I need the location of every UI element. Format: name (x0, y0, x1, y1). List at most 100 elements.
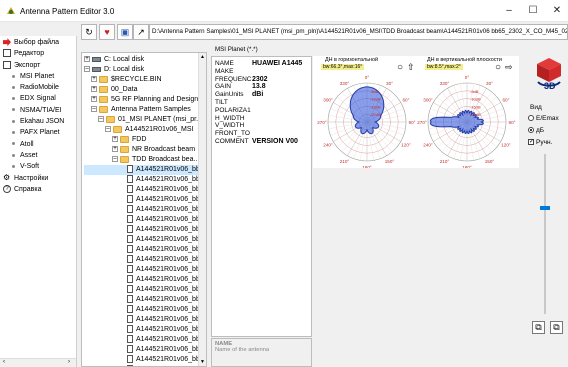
expand-toggle-icon[interactable]: + (112, 136, 118, 143)
tree-item[interactable]: + $RECYCLE.BIN (84, 75, 206, 85)
tree-item[interactable]: – A144521R01v06_MSI (84, 125, 206, 135)
option-manual[interactable]: ✓ Ручн. (528, 139, 552, 146)
scale-slider-track[interactable] (544, 154, 546, 314)
tree-item[interactable]: +00_Data (84, 85, 206, 95)
tree-item[interactable]: + FDD (84, 135, 206, 145)
property-row[interactable]: MAKE (212, 68, 311, 76)
expand-toggle-icon[interactable]: – (84, 66, 90, 73)
property-row[interactable]: TILT (212, 99, 311, 107)
expand-toggle-icon[interactable]: + (91, 86, 97, 93)
tree-item[interactable]: +5G RF Planning and Design (84, 95, 206, 105)
tree-item[interactable]: A144521R01v06_bb... (84, 355, 206, 365)
nav-item[interactable]: EDX Signal (0, 94, 76, 104)
open-external-button[interactable]: ↗ (133, 24, 149, 40)
copy-v-button[interactable]: ⧉ (550, 321, 563, 334)
path-field[interactable]: D:\Antenna Pattern Samples\01_MSI PLANET… (149, 24, 568, 40)
tree-item[interactable]: – Antenna Pattern Samples (84, 105, 206, 115)
radio-db[interactable] (528, 127, 534, 134)
tree-item[interactable]: A144521R01v06_bb... (84, 285, 206, 295)
tree-item[interactable]: A144521R01v06_bb... (84, 345, 206, 355)
nav-item[interactable]: PAFX Planet (0, 128, 76, 138)
expand-toggle-icon[interactable]: + (91, 76, 97, 83)
copy-h-button[interactable]: ⧉ (532, 321, 545, 334)
tree-item[interactable]: + C: Local disk (84, 55, 206, 65)
property-row[interactable]: GainUnits dBi (212, 91, 311, 99)
tree-item[interactable]: – 01_MSI PLANET (msi_pr... (84, 115, 206, 125)
scroll-up-icon[interactable]: ▲ (200, 54, 205, 60)
tree-item[interactable]: A144521R01v06_bb... (84, 295, 206, 305)
property-row[interactable]: POLARIZA1 (212, 107, 311, 115)
property-row[interactable]: FRONT_TO (212, 130, 311, 138)
tree-item[interactable]: A144521R01v06_bb... (84, 185, 206, 195)
tree-item[interactable]: A144521R01v06_bb... (84, 255, 206, 265)
nav-item[interactable]: Atoll (0, 140, 76, 150)
nav-item[interactable]: Редактор (0, 49, 76, 59)
nav-scrollbar[interactable]: ‹ › (0, 358, 76, 367)
radio-emax[interactable] (528, 115, 534, 122)
scroll-right-icon[interactable]: › (68, 359, 70, 365)
refresh-button[interactable]: ↻ (81, 24, 97, 40)
scale-slider-thumb[interactable] (540, 206, 550, 210)
property-row[interactable]: GAIN 13.8 (212, 83, 311, 91)
tree-item[interactable]: + NR Broadcast beam (84, 145, 206, 155)
nav-item[interactable]: MSI Planet (0, 72, 76, 82)
option-db[interactable]: дБ (528, 127, 544, 134)
scroll-left-icon[interactable]: ‹ (3, 359, 5, 365)
properties-grid[interactable]: NAME HUAWEI A1445 MAKE FREQUENC 2302 GAIN 13.8… (211, 56, 312, 337)
nav-item[interactable]: Выбор файла (0, 38, 76, 48)
property-row[interactable]: V_WIDTH (212, 122, 311, 130)
expand-toggle-icon[interactable]: – (112, 156, 118, 163)
tree-item[interactable]: A144521R01v06_bb... (84, 335, 206, 345)
tree-item[interactable]: A144521R01v06_bb... (84, 165, 206, 175)
property-row[interactable]: FREQUENC 2302 (212, 76, 311, 84)
property-row[interactable]: H_WIDTH (212, 115, 311, 123)
tree-item[interactable]: – TDD Broadcast bea... (84, 155, 206, 165)
maximize-button[interactable]: ☐ (522, 0, 544, 22)
tree-scrollbar[interactable]: ▲ ▼ (198, 53, 206, 366)
tree-item[interactable]: A144521R01v06_bb... (84, 235, 206, 245)
property-row[interactable]: NAME HUAWEI A1445 (212, 60, 311, 68)
close-button[interactable]: ✕ (546, 0, 568, 22)
nav-item[interactable]: RadioMobile (0, 83, 76, 93)
scroll-down-icon[interactable]: ▼ (200, 359, 205, 365)
tree-item[interactable]: A144521R01v06_bb... (84, 325, 206, 335)
option-emax[interactable]: E/Emax (528, 115, 559, 122)
expand-toggle-icon[interactable]: + (112, 146, 118, 153)
property-value[interactable]: HUAWEI A1445 (252, 60, 302, 68)
tree-item[interactable]: A144521R01v06_bb... (84, 205, 206, 215)
tree-item[interactable]: – D: Local disk (84, 65, 206, 75)
property-value[interactable]: dBi (252, 91, 263, 99)
tree-item[interactable]: A144521R01v06_bb... (84, 315, 206, 325)
property-value[interactable]: VERSION V00 (252, 138, 298, 146)
file-tree[interactable]: + C: Local disk – D: Local disk + $RECYCLE.BI… (81, 52, 207, 367)
nav-item[interactable]: V-Soft (0, 162, 76, 172)
expand-toggle-icon[interactable]: – (91, 106, 97, 113)
tree-item[interactable]: A144521R01v06_bb... (84, 245, 206, 255)
nav-item[interactable]: ⚙ Настройки (0, 173, 76, 184)
3d-logo-icon[interactable]: 3D (534, 56, 564, 92)
favorites-button[interactable]: ♥ (99, 24, 115, 40)
nav-item[interactable]: ? Справка (0, 185, 76, 195)
tree-item[interactable]: A144521R01v06_bb... (84, 265, 206, 275)
expand-toggle-icon[interactable]: + (91, 96, 97, 103)
expand-toggle-icon[interactable]: – (98, 116, 104, 123)
nav-item[interactable]: Asset (0, 151, 76, 161)
tree-item[interactable]: A144521R01v06_bb... (84, 215, 206, 225)
save-button[interactable]: ▣ (117, 24, 133, 40)
nav-item[interactable]: Ekahau JSON (0, 117, 76, 127)
minimize-button[interactable]: – (498, 0, 520, 22)
checkbox-manual[interactable]: ✓ (528, 139, 534, 146)
property-value[interactable]: 13.8 (252, 83, 266, 91)
tree-item[interactable]: A144521R01v06_bb... (84, 175, 206, 185)
tree-item[interactable]: A144521R01v06_bb... (84, 305, 206, 315)
property-value[interactable]: 2302 (252, 76, 268, 84)
expand-toggle-icon[interactable]: – (105, 126, 111, 133)
tree-item[interactable]: A144521R01v06_bb... (84, 225, 206, 235)
tree-item[interactable]: A144521R01v06_bb... (84, 195, 206, 205)
nav-item[interactable]: NSMA/TIA/EI (0, 106, 76, 116)
nav-item[interactable]: Экспорт (0, 60, 76, 71)
property-row[interactable]: COMMENT VERSION V00 (212, 138, 311, 146)
tree-item[interactable]: A144521R01v06_bb... (84, 275, 206, 285)
expand-toggle-icon[interactable]: + (84, 56, 90, 63)
tree-item-label: A144521R01v06_bb... (136, 206, 206, 213)
